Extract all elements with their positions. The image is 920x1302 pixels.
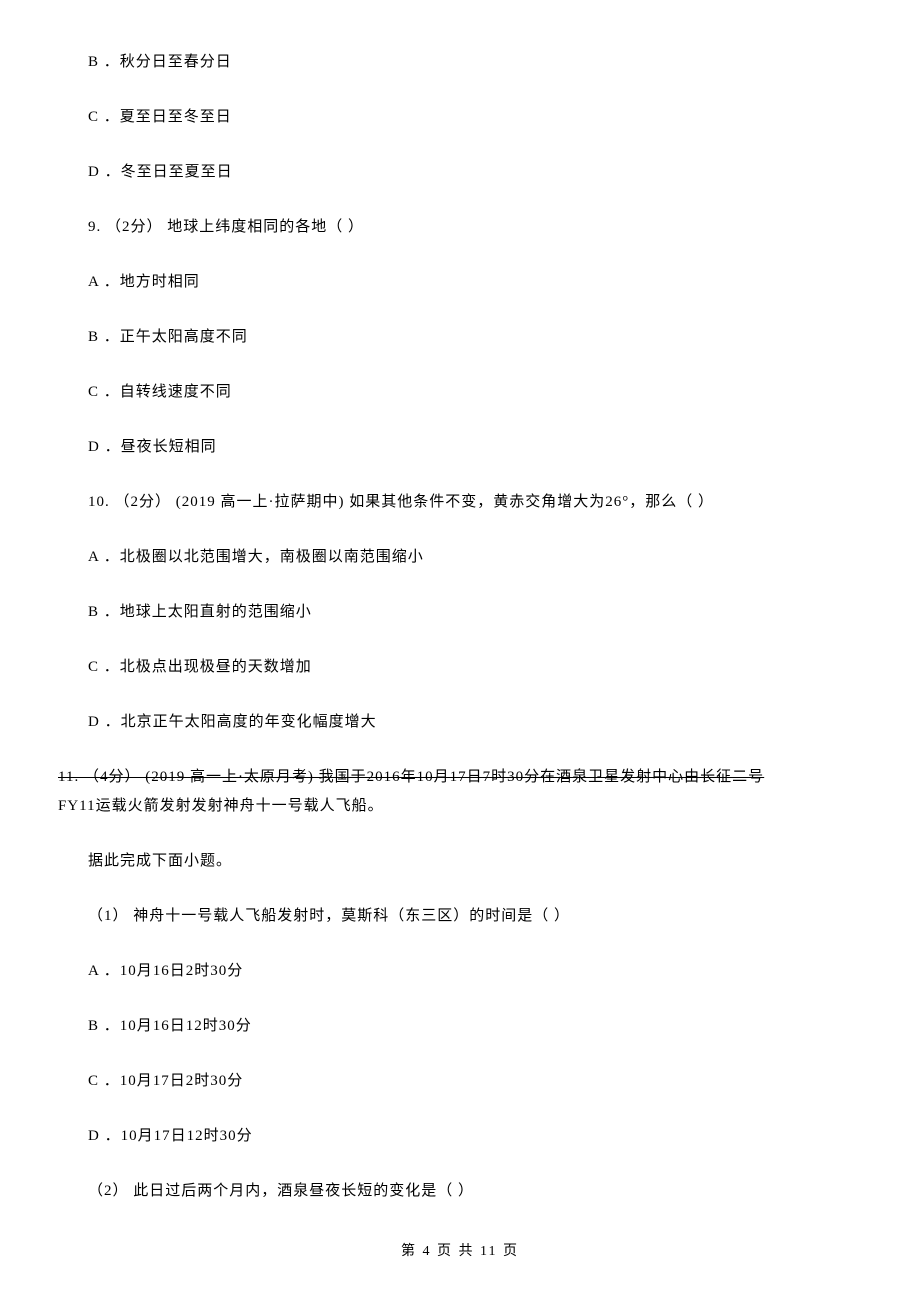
- q11-p1-option-b: B ．10月16日12时30分: [88, 1016, 862, 1037]
- q11-stem-line2: FY11运载火箭发射发射神舟十一号载人飞船。: [58, 796, 862, 817]
- q11-instruction: 据此完成下面小题。: [88, 851, 862, 872]
- q9-option-c: C ．自转线速度不同: [88, 382, 862, 403]
- q11-p1-stem: （1） 神舟十一号载人飞船发射时，莫斯科（东三区）的时间是（ ）: [88, 906, 862, 927]
- option-d: D ．冬至日至夏至日: [88, 162, 862, 183]
- q11-stem-strike: 11. （4分） (2019 高一上·太原月考) 我国于2016年10月17日7…: [58, 769, 764, 785]
- q10-option-c: C ．北极点出现极昼的天数增加: [88, 657, 862, 678]
- q9-option-d: D ．昼夜长短相同: [88, 437, 862, 458]
- q10-option-b: B ．地球上太阳直射的范围缩小: [88, 602, 862, 623]
- page-footer: 第 4 页 共 11 页: [0, 1242, 920, 1262]
- q10-stem: 10. （2分） (2019 高一上·拉萨期中) 如果其他条件不变，黄赤交角增大…: [88, 492, 862, 513]
- q11-stem-line1: 11. （4分） (2019 高一上·太原月考) 我国于2016年10月17日7…: [58, 767, 862, 788]
- option-c: C ．夏至日至冬至日: [88, 107, 862, 128]
- q9-option-a: A ．地方时相同: [88, 272, 862, 293]
- q10-option-a: A ．北极圈以北范围增大，南极圈以南范围缩小: [88, 547, 862, 568]
- page-content: B ．秋分日至春分日 C ．夏至日至冬至日 D ．冬至日至夏至日 9. （2分）…: [0, 0, 920, 1202]
- q11-p1-option-a: A ．10月16日2时30分: [88, 961, 862, 982]
- option-b: B ．秋分日至春分日: [88, 52, 862, 73]
- q9-stem: 9. （2分） 地球上纬度相同的各地（ ）: [88, 217, 862, 238]
- q10-option-d: D ．北京正午太阳高度的年变化幅度增大: [88, 712, 862, 733]
- q11-p1-option-d: D ．10月17日12时30分: [88, 1126, 862, 1147]
- q11-p2-stem: （2） 此日过后两个月内，酒泉昼夜长短的变化是（ ）: [88, 1181, 862, 1202]
- q11-p1-option-c: C ．10月17日2时30分: [88, 1071, 862, 1092]
- q9-option-b: B ．正午太阳高度不同: [88, 327, 862, 348]
